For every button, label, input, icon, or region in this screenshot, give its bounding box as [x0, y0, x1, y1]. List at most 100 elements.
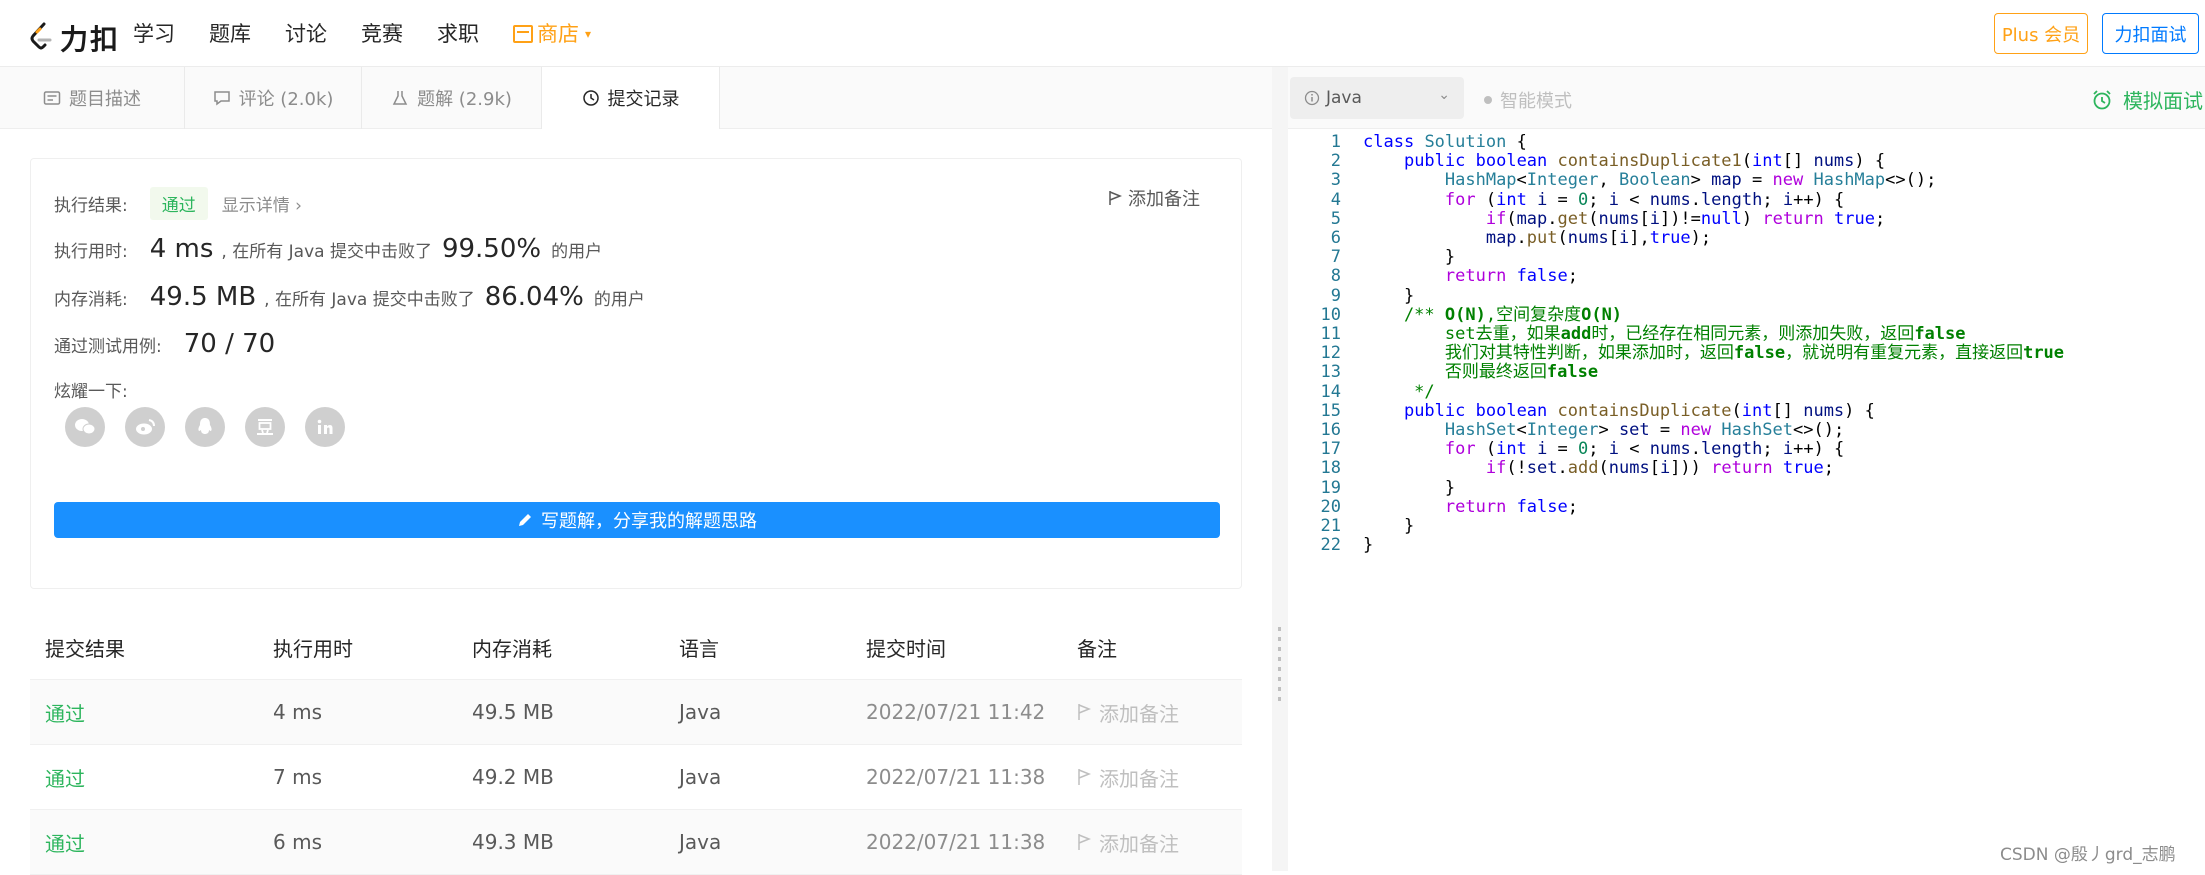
editor-toolbar: Java ⌄ 智能模式 模拟面试	[1288, 67, 2205, 129]
code-line[interactable]: 9 }	[1288, 286, 1414, 306]
tab-solutions[interactable]: 题解 (2.9k)	[362, 67, 542, 129]
logo[interactable]: 力扣	[28, 18, 120, 58]
line-number: 19	[1320, 477, 1341, 498]
row-add-note-label: 添加备注	[1099, 766, 1179, 791]
qq-icon[interactable]	[185, 407, 225, 447]
douban-icon[interactable]	[245, 407, 285, 447]
code-line[interactable]: 14 */	[1288, 382, 1435, 402]
row-submitted: 2022/07/21 11:42	[866, 700, 1046, 724]
code-line[interactable]: 12 我们对其特性判断，如果添加时，返回false，就说明有重复元素，直接返回t…	[1288, 344, 2065, 363]
nav-contest[interactable]: 竞赛	[361, 20, 403, 48]
row-add-note-label: 添加备注	[1099, 831, 1179, 856]
code-line[interactable]: 13 否则最终返回false	[1288, 363, 1599, 382]
clock-icon	[582, 90, 599, 106]
row-add-note[interactable]: 添加备注	[1077, 698, 1242, 727]
row-result[interactable]: 通过	[30, 698, 273, 727]
flask-icon	[392, 91, 408, 105]
weibo-icon[interactable]	[125, 407, 165, 447]
memory-row: 内存消耗: 49.5 MB , 在所有 Java 提交中击败了 86.04% 的…	[54, 282, 645, 312]
wechat-icon[interactable]	[65, 407, 105, 447]
code-text: */	[1363, 381, 1435, 402]
code-line[interactable]: 18 if(!set.add(nums[i])) return true;	[1288, 459, 1835, 478]
code-text: 否则最终返回false	[1363, 362, 1599, 383]
code-line[interactable]: 4 for (int i = 0; i < nums.length; i++) …	[1288, 189, 1845, 210]
problem-tabs: 题目描述 评论 (2.0k) 题解 (2.9k) 提交记录	[0, 67, 1272, 129]
row-result[interactable]: 通过	[30, 763, 273, 792]
nav-shop[interactable]: 商店 ▾	[513, 20, 591, 48]
code-line[interactable]: 8 return false;	[1288, 266, 1578, 287]
code-text: HashMap<Integer, Boolean> map = new Hash…	[1444, 170, 1937, 191]
code-line[interactable]: 15 public boolean containsDuplicate(int[…	[1288, 400, 1875, 421]
mock-interview-button[interactable]: 模拟面试	[2091, 85, 2203, 114]
header-time: 提交时间	[866, 636, 946, 661]
tests-row: 通过测试用例: 70 / 70	[54, 329, 283, 359]
code-text: return false;	[1444, 266, 1578, 287]
language-value: Java	[1326, 88, 1362, 108]
code-line[interactable]: 2 public boolean containsDuplicate1(int[…	[1288, 152, 1885, 171]
code-line[interactable]: 1 class Solution {	[1288, 133, 1527, 152]
header-memory: 内存消耗	[472, 636, 552, 661]
line-number: 15	[1320, 400, 1341, 421]
table-row[interactable]: 通过 6 ms 49.3 MB Java 2022/07/21 11:38 添加…	[30, 810, 1242, 875]
code-line[interactable]: 19 }	[1288, 477, 1456, 498]
code-text: }	[1363, 535, 1374, 556]
runtime-row: 执行用时: 4 ms , 在所有 Java 提交中击败了 99.50% 的用户	[54, 234, 602, 264]
line-number: 4	[1330, 189, 1341, 210]
table-row[interactable]: 通过 4 ms 49.5 MB Java 2022/07/21 11:42 添加…	[30, 680, 1242, 745]
code-line[interactable]: 11 set去重，如果add时，已经存在相同元素，则添加失败，返回false	[1288, 325, 1966, 344]
code-line[interactable]: 3 HashMap<Integer, Boolean> map = new Ha…	[1288, 171, 1937, 190]
tests-value: 70 / 70	[183, 329, 276, 359]
code-line[interactable]: 10 /** O(N),空间复杂度O(N)	[1288, 305, 1623, 325]
linkedin-icon[interactable]	[305, 407, 345, 447]
code-line[interactable]: 16 HashSet<Integer> set = new HashSet<>(…	[1288, 420, 1845, 440]
show-details-link[interactable]: 显示详情 ›	[222, 191, 302, 216]
row-add-note-label: 添加备注	[1099, 701, 1179, 726]
row-add-note[interactable]: 添加备注	[1077, 763, 1242, 792]
table-header: 提交结果 执行用时 内存消耗 语言 提交时间 备注	[30, 615, 1242, 680]
row-runtime: 6 ms	[273, 830, 322, 854]
leetcode-logo-icon	[30, 22, 52, 50]
row-language: Java	[679, 830, 722, 854]
line-number: 21	[1320, 516, 1341, 536]
share-icons	[65, 407, 345, 447]
code-text: /** O(N),空间复杂度O(N)	[1363, 304, 1623, 325]
row-add-note[interactable]: 添加备注	[1077, 828, 1242, 857]
add-note-button[interactable]: 添加备注	[1108, 185, 1200, 211]
code-line[interactable]: 7 }	[1288, 247, 1455, 268]
code-line[interactable]: 21 }	[1288, 516, 1415, 536]
table-row[interactable]: 通过 7 ms 49.2 MB Java 2022/07/21 11:38 添加…	[30, 745, 1242, 810]
language-select[interactable]: Java ⌄	[1290, 77, 1464, 119]
nav-jobs[interactable]: 求职	[437, 20, 479, 48]
nav-problems[interactable]: 题库	[209, 20, 251, 48]
write-solution-button[interactable]: 写题解，分享我的解题思路	[54, 502, 1220, 538]
line-number: 8	[1330, 266, 1341, 287]
memory-percentile: 86.04%	[484, 282, 584, 312]
tab-description[interactable]: 题目描述	[0, 67, 185, 129]
code-line[interactable]: 17 for (int i = 0; i < nums.length; i++)…	[1288, 440, 1845, 459]
tab-comments-label: 评论 (2.0k)	[238, 89, 334, 110]
code-line[interactable]: 5 if(map.get(nums[i])!=null) return true…	[1288, 209, 1885, 229]
flag-icon	[1078, 704, 1091, 720]
mock-interview-label: 模拟面试	[2123, 89, 2203, 113]
code-line[interactable]: 22}	[1288, 536, 1374, 555]
code-line[interactable]: 6 map.put(nums[i],true);	[1288, 229, 1711, 248]
line-number: 7	[1330, 247, 1341, 268]
line-number: 16	[1320, 420, 1341, 440]
code-editor[interactable]: 1 class Solution {2 public boolean contai…	[1288, 129, 2205, 871]
row-result[interactable]: 通过	[30, 828, 273, 857]
runtime-desc: , 在所有 Java 提交中击败了	[221, 241, 432, 262]
smart-mode-toggle[interactable]: 智能模式	[1484, 87, 1572, 113]
runtime-users: 的用户	[551, 241, 603, 262]
panel-splitter[interactable]	[1272, 67, 1288, 871]
nav-learn[interactable]: 学习	[133, 20, 175, 48]
interview-button[interactable]: 力扣面试	[2102, 13, 2199, 54]
tab-comments[interactable]: 评论 (2.0k)	[185, 67, 362, 129]
nav-discuss[interactable]: 讨论	[285, 20, 327, 48]
code-line[interactable]: 20 return false;	[1288, 497, 1578, 517]
plus-member-button[interactable]: Plus 会员	[1994, 13, 2088, 54]
flag-icon	[1078, 769, 1091, 785]
drag-handle-icon[interactable]	[1278, 627, 1281, 707]
tab-submissions[interactable]: 提交记录	[542, 67, 720, 129]
code-text: HashSet<Integer> set = new HashSet<>();	[1444, 420, 1845, 440]
runtime-percentile: 99.50%	[441, 234, 542, 264]
